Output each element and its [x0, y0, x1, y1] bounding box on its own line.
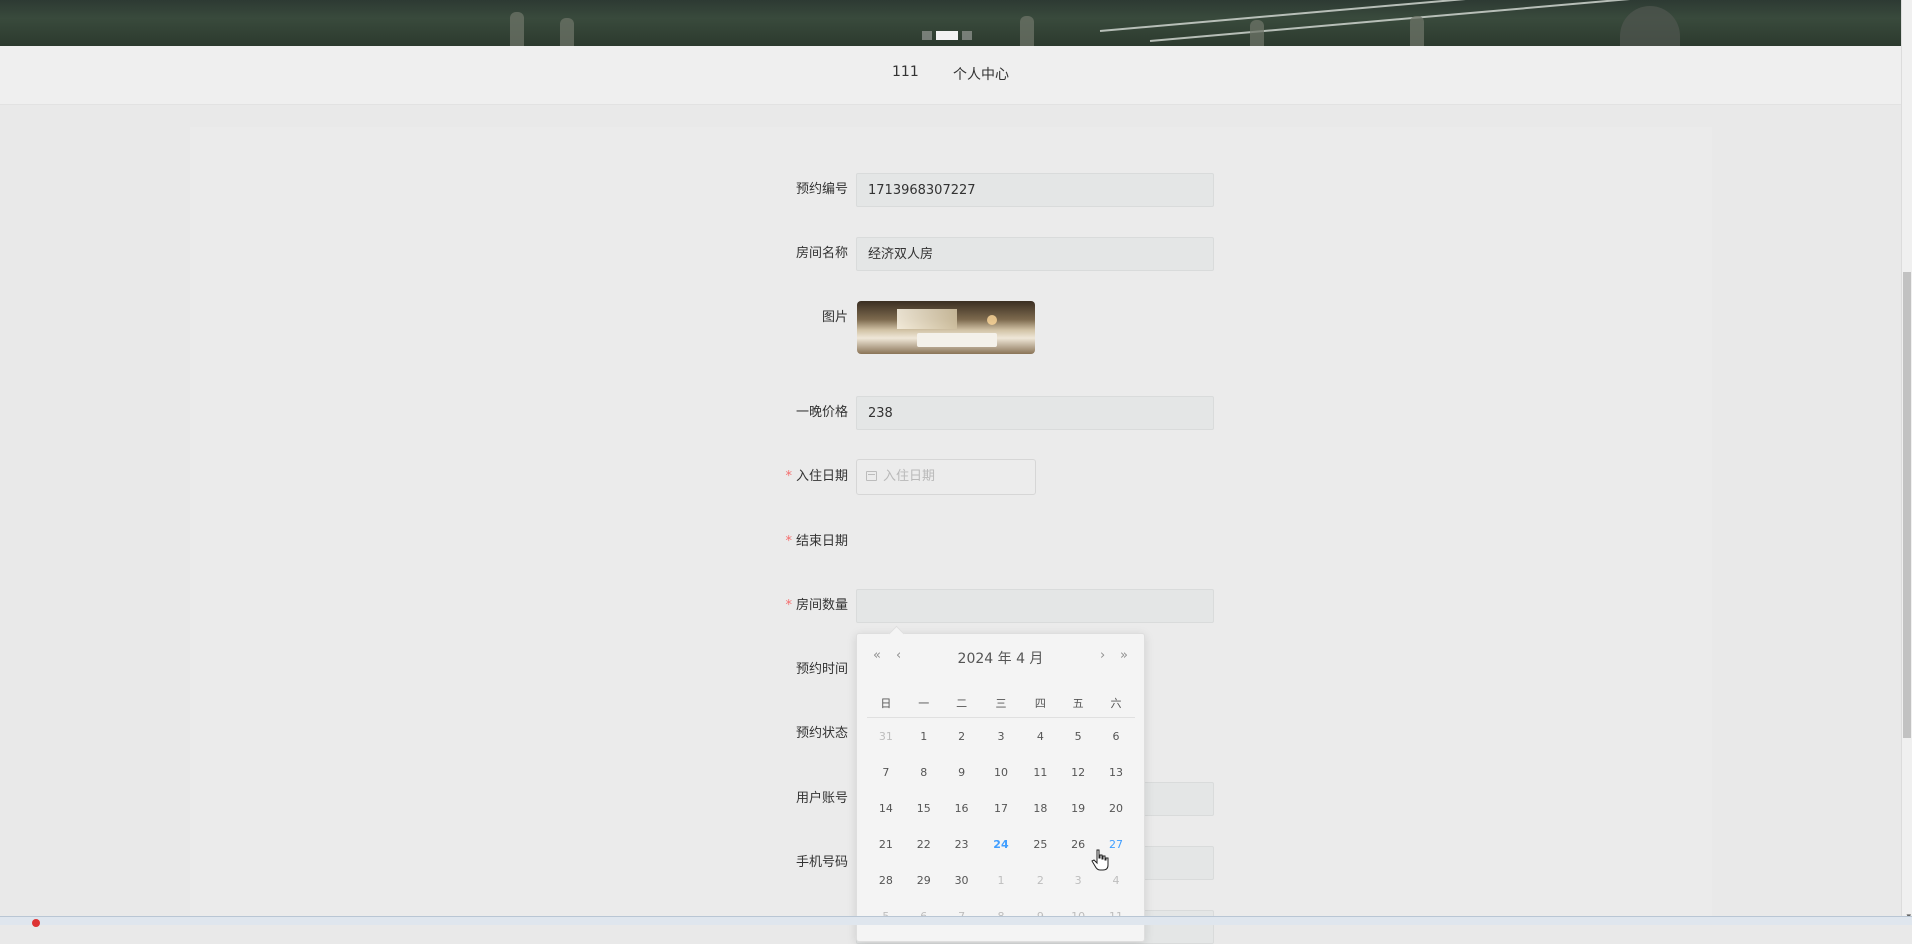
popup-arrow — [888, 625, 905, 642]
room-photo-lamp — [987, 315, 997, 325]
booking-time-label: 预约时间 — [795, 662, 848, 677]
room-name-label: 房间名称 — [795, 246, 848, 261]
calendar-day[interactable]: 16 — [943, 790, 981, 826]
banner-decor — [1099, 0, 1599, 32]
calendar-day[interactable]: 1 — [905, 718, 943, 755]
calendar-day[interactable]: 2 — [943, 718, 981, 755]
carousel-dot[interactable] — [962, 31, 972, 40]
room-count-field[interactable] — [856, 589, 1214, 623]
calendar-day[interactable]: 8 — [905, 754, 943, 790]
calendar-day[interactable]: 20 — [1097, 790, 1135, 826]
nav-item-personal-center[interactable]: 个人中心 — [953, 64, 1009, 84]
scrollbar-thumb[interactable] — [1903, 272, 1911, 738]
calendar-day[interactable]: 17 — [980, 790, 1021, 826]
date-picker-header: 2024 年 4 月 « ‹ › » — [857, 646, 1144, 670]
calendar-day[interactable]: 7 — [867, 754, 905, 790]
hero-banner — [0, 0, 1902, 46]
banner-figure — [1250, 20, 1264, 46]
weekday-header-row: 日 一 二 三 四 五 六 — [867, 689, 1135, 718]
required-mark: * — [785, 534, 792, 549]
calendar-day[interactable]: 4 — [1021, 718, 1059, 755]
calendar-day[interactable]: 13 — [1097, 754, 1135, 790]
booking-no-label: 预约编号 — [795, 182, 848, 197]
next-year-button[interactable]: » — [1120, 648, 1128, 663]
picture-label: 图片 — [821, 310, 848, 325]
calendar-day[interactable]: 28 — [867, 862, 905, 898]
calendar-day[interactable]: 10 — [980, 754, 1021, 790]
room-photo[interactable] — [857, 301, 1035, 354]
weekday-label: 二 — [942, 689, 981, 718]
calendar-day[interactable]: 11 — [1021, 754, 1059, 790]
calendar-day[interactable]: 22 — [905, 826, 943, 862]
banner-figure — [1020, 16, 1034, 46]
calendar-day[interactable]: 12 — [1059, 754, 1097, 790]
calendar-day[interactable]: 1 — [980, 862, 1021, 898]
checkout-label-text: 结束日期 — [795, 534, 848, 549]
carousel-dot-active[interactable] — [936, 31, 958, 40]
date-picker-popup: 2024 年 4 月 « ‹ › » 日 一 二 三 四 五 六 31 1 2 3 4 5… — [856, 625, 1145, 942]
calendar-day[interactable]: 14 — [867, 790, 905, 826]
calendar-day[interactable]: 6 — [1097, 718, 1135, 755]
booking-no-field[interactable]: 1713968307227 — [856, 173, 1214, 207]
phone-label: 手机号码 — [795, 855, 848, 870]
user-account-label: 用户账号 — [795, 791, 848, 806]
calendar-day[interactable]: 25 — [1021, 826, 1059, 862]
calendar-day[interactable]: 2 — [1021, 862, 1059, 898]
checkin-date-input[interactable]: 入住日期 — [856, 459, 1036, 495]
banner-figure — [1620, 6, 1680, 46]
calendar-icon — [866, 471, 877, 481]
booking-status-label: 预约状态 — [795, 726, 848, 741]
calendar-week-row: 7 8 9 10 11 12 13 — [867, 754, 1135, 790]
carousel-dot[interactable] — [922, 31, 932, 40]
required-mark: * — [785, 469, 792, 484]
banner-figure — [510, 12, 524, 46]
calendar-day[interactable]: 21 — [867, 826, 905, 862]
calendar-day[interactable]: 9 — [943, 754, 981, 790]
checkin-label: * 入住日期 — [190, 459, 848, 495]
record-icon[interactable] — [32, 919, 40, 927]
calendar-day[interactable]: 24 — [980, 826, 1021, 862]
prev-year-button[interactable]: « — [873, 648, 881, 663]
calendar-day[interactable]: 31 — [867, 718, 905, 755]
room-count-label-text: 房间数量 — [795, 598, 848, 613]
banner-figure — [1410, 16, 1424, 46]
checkin-placeholder: 入住日期 — [883, 469, 936, 484]
calendar-week-row: 31 1 2 3 4 5 6 — [867, 718, 1135, 755]
calendar-week-row: 14 15 16 17 18 19 20 — [867, 790, 1135, 826]
checkin-label-text: 入住日期 — [795, 469, 848, 484]
calendar-day[interactable]: 23 — [943, 826, 981, 862]
calendar-day[interactable]: 30 — [943, 862, 981, 898]
carousel-indicators — [922, 31, 972, 40]
room-photo-window — [897, 309, 957, 329]
top-nav: 111 个人中心 — [0, 46, 1902, 105]
price-label: 一晚价格 — [795, 405, 848, 420]
calendar-day[interactable]: 29 — [905, 862, 943, 898]
next-month-button[interactable]: › — [1100, 648, 1105, 663]
calendar-day[interactable]: 5 — [1059, 718, 1097, 755]
calendar-day[interactable]: 19 — [1059, 790, 1097, 826]
weekday-label: 日 — [867, 689, 905, 718]
calendar-grid: 日 一 二 三 四 五 六 31 1 2 3 4 5 6 7 8 9 10 11 12 13 14 15 16 1… — [867, 689, 1135, 934]
calendar-day[interactable]: 18 — [1021, 790, 1059, 826]
price-field[interactable]: 238 — [856, 396, 1214, 430]
room-name-field[interactable]: 经济双人房 — [856, 237, 1214, 271]
weekday-label: 五 — [1059, 689, 1098, 718]
calendar-day[interactable]: 3 — [980, 718, 1021, 755]
calendar-days: 31 1 2 3 4 5 6 7 8 9 10 11 12 13 14 15 16 17 18 19 20 21 22 23 2… — [867, 718, 1135, 935]
weekday-label: 一 — [904, 689, 943, 718]
weekday-label: 三 — [980, 689, 1022, 718]
room-photo-bed — [917, 333, 997, 347]
hand-cursor-icon — [1091, 849, 1109, 871]
banner-figure — [560, 18, 574, 46]
weekday-label: 四 — [1021, 689, 1060, 718]
checkout-label: * 结束日期 — [190, 524, 848, 560]
room-count-label: * 房间数量 — [190, 588, 848, 624]
nav-item-111[interactable]: 111 — [892, 64, 919, 80]
required-mark: * — [785, 598, 792, 613]
prev-month-button[interactable]: ‹ — [896, 648, 901, 663]
weekday-label: 六 — [1097, 689, 1135, 718]
calendar-day[interactable]: 15 — [905, 790, 943, 826]
page-scrollbar[interactable]: ▾ — [1901, 0, 1912, 924]
booking-form-panel: 预约编号 1713968307227 房间名称 经济双人房 图片 一晚价格 23… — [190, 127, 1712, 944]
